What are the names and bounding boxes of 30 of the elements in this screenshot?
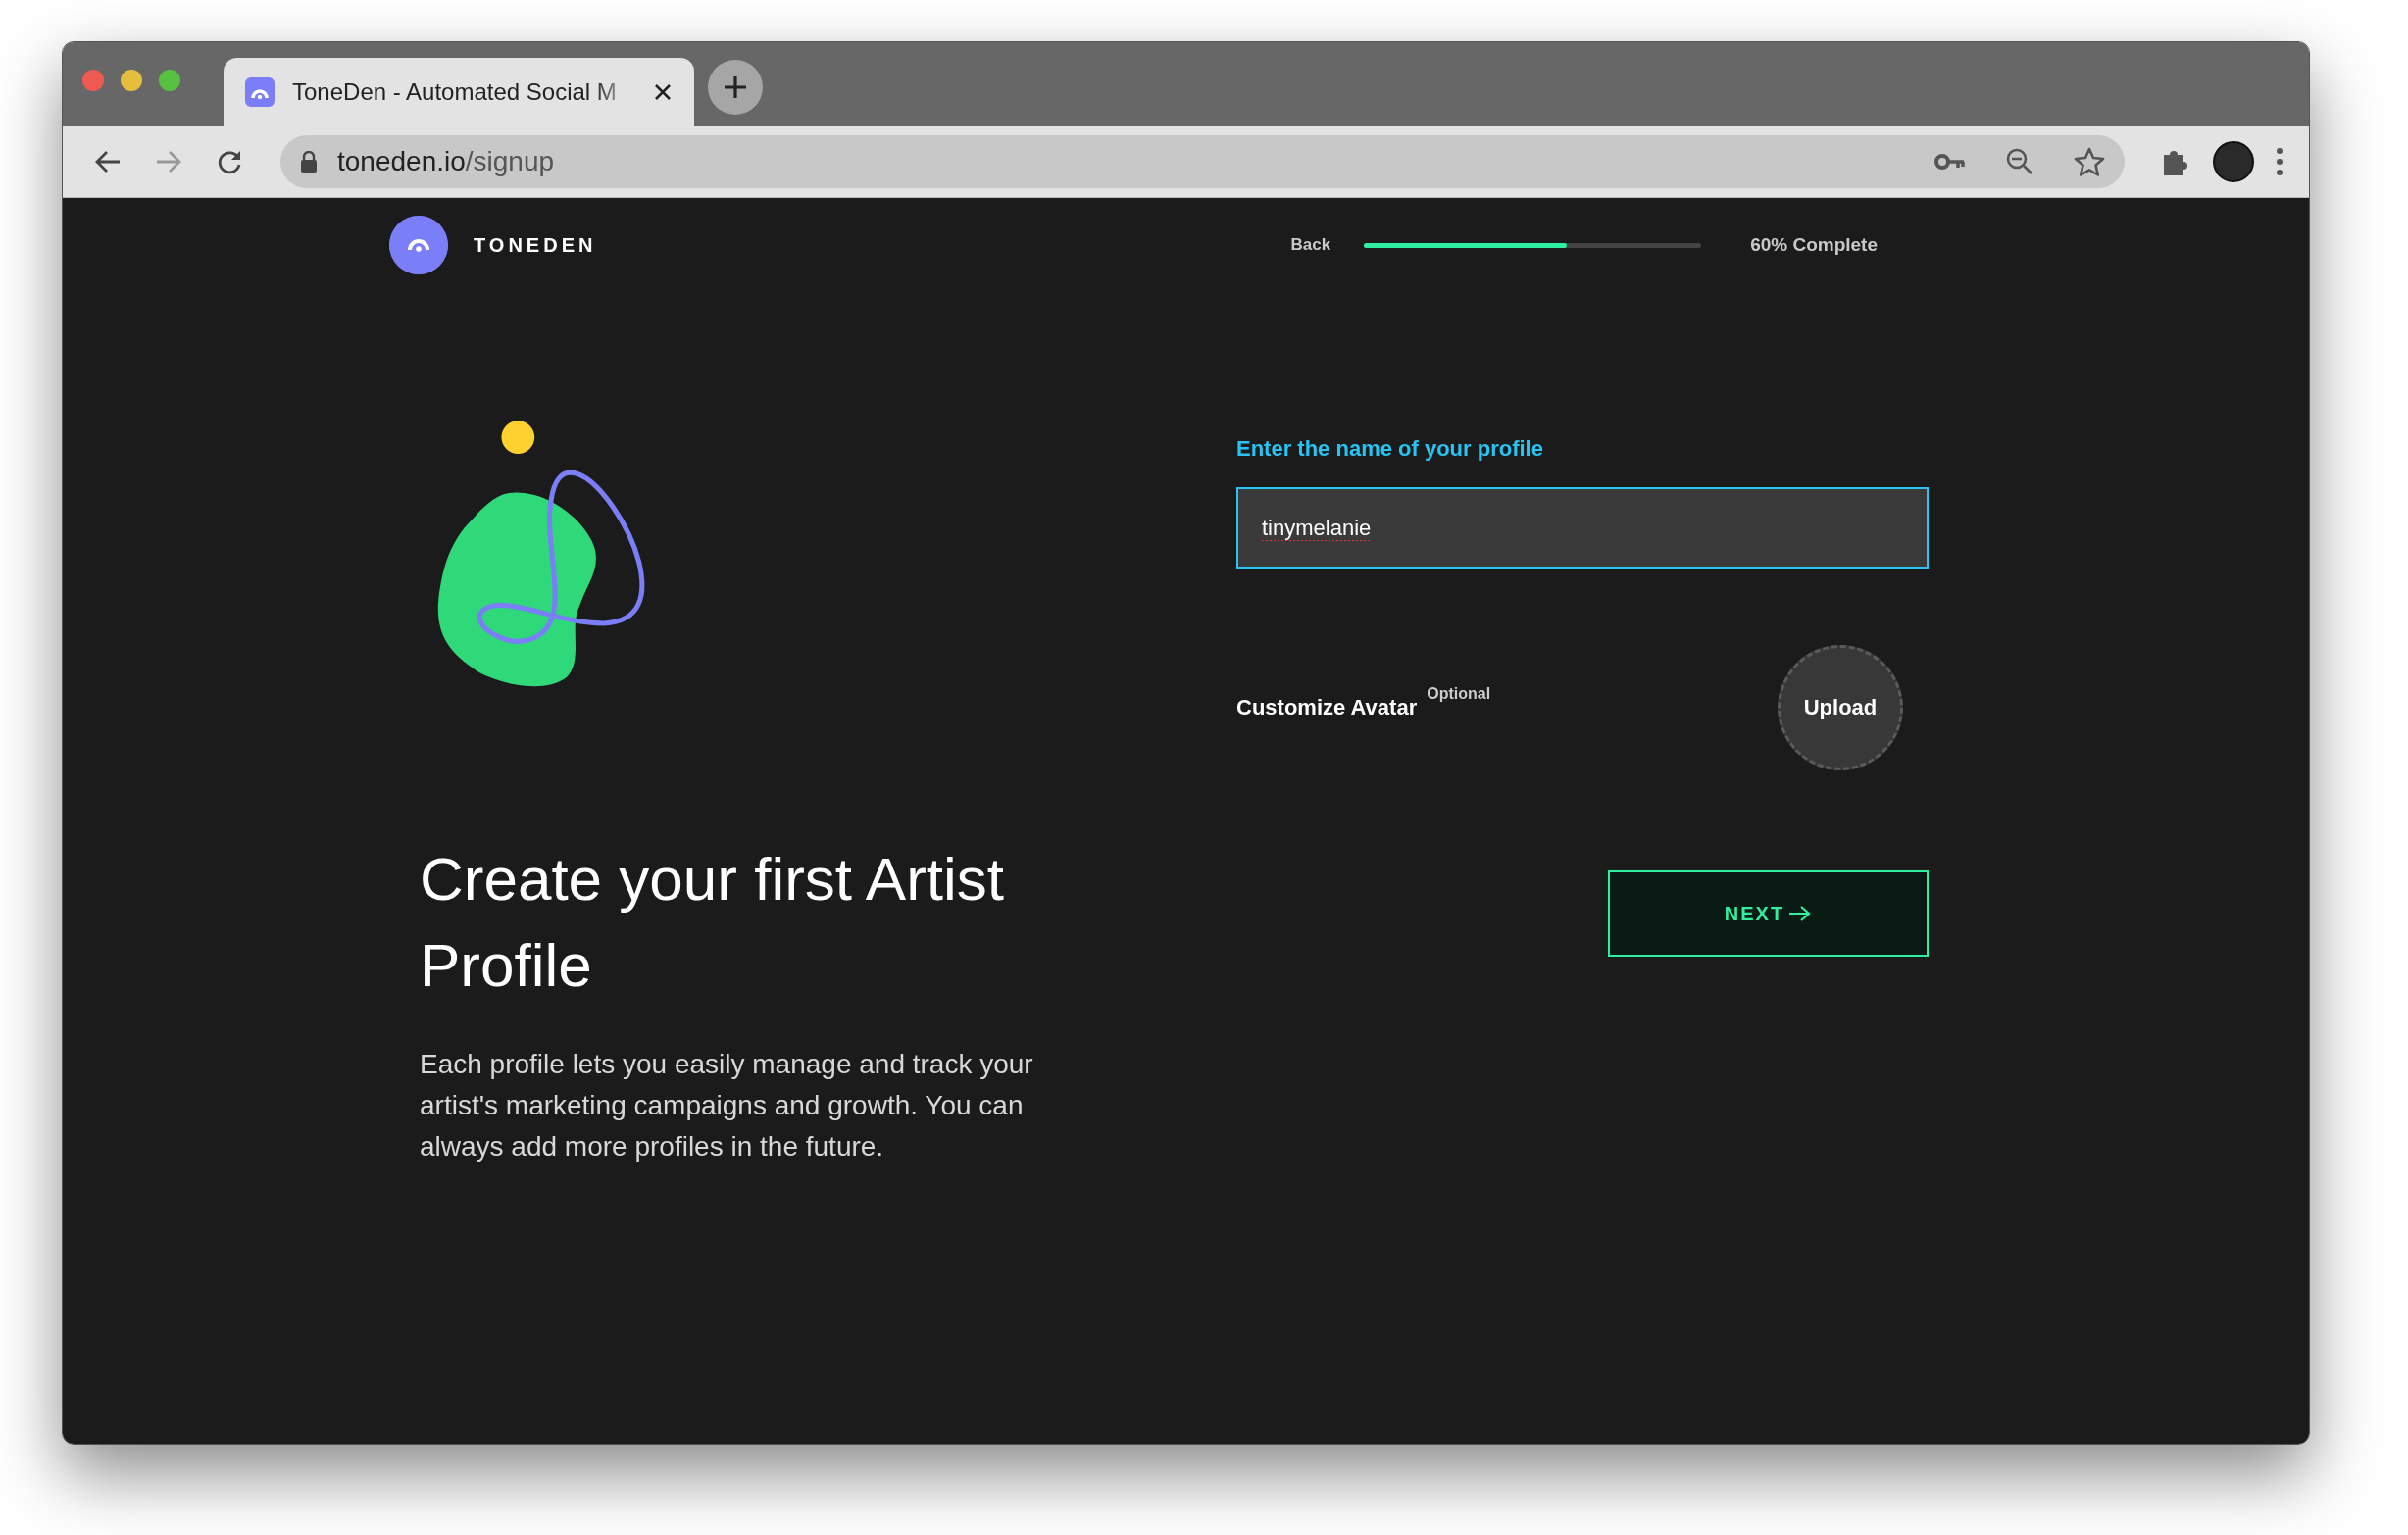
star-icon[interactable] [2074, 147, 2105, 176]
close-tab-icon[interactable] [653, 82, 673, 102]
address-bar[interactable]: toneden.io/signup [280, 135, 2125, 188]
reload-icon [216, 148, 243, 175]
new-tab-button[interactable] [708, 60, 763, 115]
minimize-window-button[interactable] [121, 70, 142, 91]
site-favicon-icon [245, 77, 275, 107]
profile-name-label: Enter the name of your profile [1236, 436, 1544, 462]
upload-button[interactable]: Upload [1778, 645, 1903, 770]
progress-label: 60% Complete [1750, 234, 1878, 256]
menu-icon[interactable] [2276, 147, 2283, 176]
page-heading: Create your first Artist Profile [420, 844, 1006, 1001]
avatar-label: Customize Avatar [1236, 695, 1418, 720]
forward-arrow-icon [155, 149, 182, 174]
lock-icon [300, 151, 318, 173]
zoom-out-icon[interactable] [2005, 147, 2034, 176]
plus-icon [723, 74, 748, 100]
brand-logo-icon[interactable] [389, 216, 448, 274]
browser-tab[interactable]: ToneDen - Automated Social M [224, 58, 694, 126]
back-arrow-icon [94, 149, 122, 174]
key-icon[interactable] [1934, 153, 1966, 171]
profile-avatar[interactable] [2213, 141, 2254, 182]
intro-paragraph: Each profile lets you easily manage and track your artist's marketing campaigns and growth. You can always add more profiles in the future. [420, 1048, 1034, 1164]
back-link[interactable]: Back [1290, 235, 1331, 255]
right-arrow-icon [1788, 904, 1813, 923]
optional-note: Optional [1427, 685, 1491, 703]
next-button[interactable]: NEXT [1608, 870, 1929, 957]
brand-name: TONEDEN [474, 233, 597, 257]
profile-name-field[interactable]: tinymelanie [1236, 487, 1929, 569]
url-text: toneden.io/signup [337, 146, 556, 177]
